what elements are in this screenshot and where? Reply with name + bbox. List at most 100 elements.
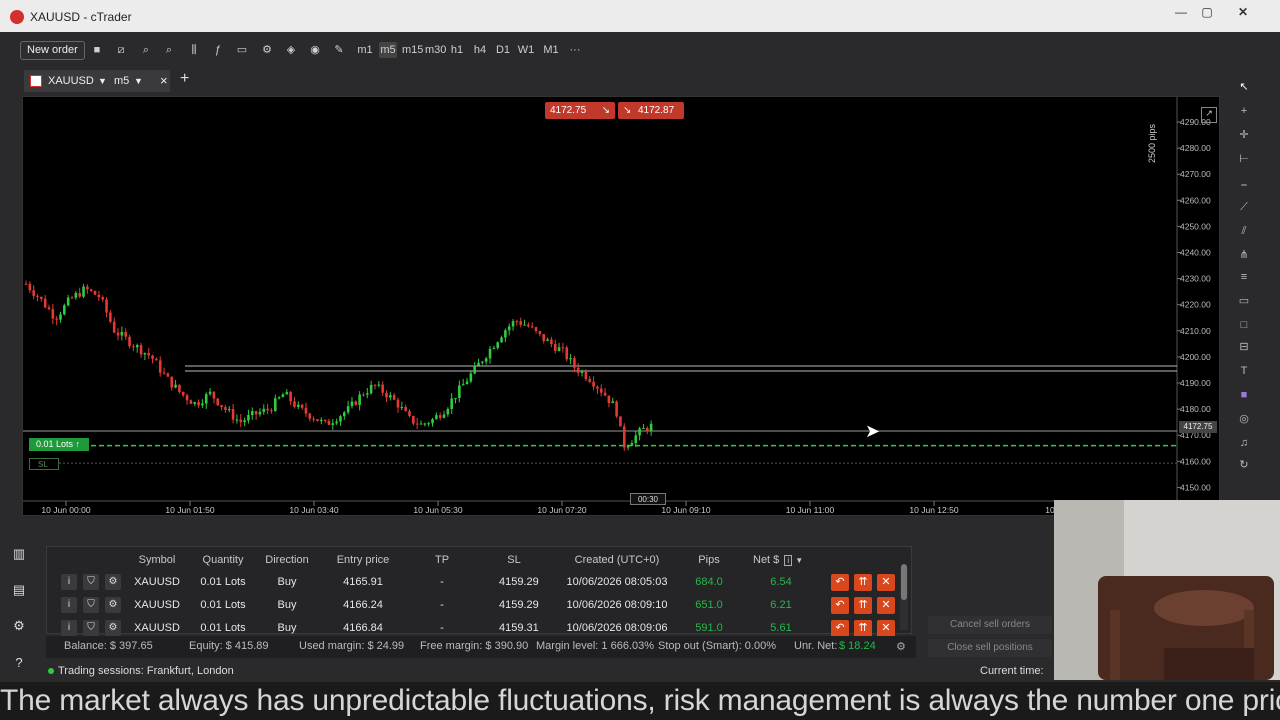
col-sl[interactable]: SL (499, 554, 529, 566)
tf-h1[interactable]: h1 (448, 42, 466, 58)
ruler-icon[interactable]: ⊟ (1234, 338, 1254, 356)
position-lots-label[interactable]: 0.01 Lots ↑ (29, 438, 89, 451)
line-icon[interactable]: ⎯ (1234, 176, 1254, 194)
position-info-icon[interactable]: i (61, 574, 77, 590)
col-quantity[interactable]: Quantity (195, 554, 251, 566)
chevron-down-icon[interactable]: ▼ (134, 70, 143, 92)
chart-type-icon[interactable]: ■ (88, 42, 106, 58)
add-tab-icon[interactable]: + (180, 70, 189, 88)
fibonacci-icon[interactable]: ≡ (1234, 268, 1254, 286)
double-position-icon[interactable]: ⇈ (854, 597, 872, 614)
cancel-sell-orders-button[interactable]: Cancel sell orders (928, 616, 1052, 634)
col-created[interactable]: Created (UTC+0) (563, 554, 671, 566)
more-options-icon[interactable]: ··· (566, 42, 584, 58)
position-info-icon[interactable]: i (61, 597, 77, 613)
candle-body (281, 394, 285, 398)
tab-timeframe[interactable]: m5 (114, 70, 129, 92)
trendline-icon[interactable]: ⟋ (1234, 198, 1254, 216)
tf-h4[interactable]: h4 (471, 42, 489, 58)
candle-body (369, 384, 373, 394)
edit-icon[interactable]: ✎ (330, 42, 348, 58)
close-position-icon[interactable]: ✕ (877, 620, 895, 637)
settings-gear-icon[interactable]: ⚙ (8, 618, 30, 638)
candles-icon[interactable]: ⫼ (185, 42, 203, 58)
close-position-icon[interactable]: ✕ (877, 574, 895, 591)
crosshair-alt-icon[interactable]: ✛ (1234, 126, 1254, 144)
sell-price-button[interactable]: 4172.75 ↘ (545, 102, 615, 119)
watchlist-icon[interactable]: ▥ (8, 546, 30, 566)
chart-settings-icon[interactable]: ⧄ (112, 42, 130, 58)
double-position-icon[interactable]: ⇈ (854, 574, 872, 591)
chevron-down-icon[interactable]: ▼ (98, 70, 107, 92)
candle-body (634, 435, 638, 444)
table-row[interactable]: i ⛉ ⚙ XAUUSD 0.01 Lots Buy 4166.24 - 4159.29 10/0… (47, 594, 911, 617)
tf-mn1[interactable]: M1 (542, 42, 560, 58)
info-icon[interactable]: i (784, 555, 793, 566)
position-info-icon[interactable]: i (61, 620, 77, 636)
reverse-position-icon[interactable]: ↶ (831, 597, 849, 614)
close-tab-icon[interactable]: × (160, 70, 168, 92)
expand-icon[interactable]: ↗ (1201, 107, 1217, 123)
table-scroll-thumb[interactable] (901, 564, 907, 600)
channel-icon[interactable]: ⫽ (1234, 222, 1254, 240)
replay-icon[interactable]: ↻ (1234, 456, 1254, 474)
sl-label[interactable]: SL (29, 458, 59, 470)
session-bar: Trading sessions: Frankfurt, London Curr… (46, 662, 1056, 682)
ctrader-logo-icon (10, 10, 24, 24)
indicator-icon[interactable]: ƒ (209, 42, 227, 58)
portfolio-icon[interactable]: ▤ (8, 582, 30, 602)
minimize-icon[interactable]: — (1170, 5, 1192, 21)
tf-m15[interactable]: m15 (402, 42, 423, 58)
new-order-button[interactable]: New order (20, 41, 85, 60)
col-direction[interactable]: Direction (259, 554, 315, 566)
protection-icon[interactable]: ⛉ (83, 620, 99, 636)
tf-m5[interactable]: m5 (379, 42, 397, 58)
col-pips[interactable]: Pips (691, 554, 727, 566)
close-sell-positions-button[interactable]: Close sell positions (928, 639, 1052, 657)
layers-icon[interactable]: ◈ (282, 42, 300, 58)
double-position-icon[interactable]: ⇈ (854, 620, 872, 637)
protection-icon[interactable]: ⛉ (83, 574, 99, 590)
tf-d1[interactable]: D1 (494, 42, 512, 58)
reverse-position-icon[interactable]: ↶ (831, 574, 849, 591)
table-row[interactable]: i ⛉ ⚙ XAUUSD 0.01 Lots Buy 4165.91 - 4159.29 10/0… (47, 571, 911, 594)
close-window-icon[interactable]: ✕ (1232, 5, 1254, 21)
template-icon[interactable]: ▭ (233, 42, 251, 58)
camera-icon[interactable]: ◎ (1234, 410, 1254, 428)
status-settings-icon[interactable]: ⚙ (896, 640, 906, 653)
candle-body (527, 324, 530, 327)
tf-m1[interactable]: m1 (356, 42, 374, 58)
col-net[interactable]: Net $ i ▼ (753, 554, 813, 566)
bell-icon[interactable]: ♫ (1234, 434, 1254, 452)
zoom-in-icon[interactable]: ⌕ (137, 42, 155, 58)
col-entry-price[interactable]: Entry price (329, 554, 397, 566)
tf-m30[interactable]: m30 (425, 42, 446, 58)
eye-icon[interactable]: ◉ (306, 42, 324, 58)
maximize-icon[interactable]: ▢ (1196, 5, 1218, 21)
comment-icon[interactable]: ▭ (1234, 292, 1254, 310)
robot-icon[interactable]: ⚙ (258, 42, 276, 58)
reverse-position-icon[interactable]: ↶ (831, 620, 849, 637)
tab-xauusd[interactable]: XAUUSD ▼ m5 ▼ × (24, 70, 170, 92)
rectangle-icon[interactable]: □ (1234, 316, 1254, 334)
zoom-out-icon[interactable]: ⌕ (160, 42, 178, 58)
measure-icon[interactable]: ⊢ (1234, 150, 1254, 168)
buy-price-button[interactable]: ↘ 4172.87 (618, 102, 684, 119)
chevron-down-icon[interactable]: ▼ (795, 556, 803, 565)
color-swatch-icon[interactable]: ■ (1234, 386, 1254, 404)
close-position-icon[interactable]: ✕ (877, 597, 895, 614)
price-chart[interactable]: 4290.00 4280.00 4270.00 4260.00 4250.00 4240.… (22, 96, 1220, 516)
help-icon[interactable]: ? (8, 655, 30, 675)
col-tp[interactable]: TP (427, 554, 457, 566)
tf-w1[interactable]: W1 (517, 42, 535, 58)
candle-body (231, 409, 235, 420)
pointer-icon[interactable]: ↖ (1234, 78, 1254, 96)
position-settings-icon[interactable]: ⚙ (105, 574, 121, 590)
text-icon[interactable]: T (1234, 362, 1254, 380)
pitchfork-icon[interactable]: ⋔ (1234, 246, 1254, 264)
position-settings-icon[interactable]: ⚙ (105, 597, 121, 613)
crosshair-icon[interactable]: + (1234, 102, 1254, 120)
position-settings-icon[interactable]: ⚙ (105, 620, 121, 636)
col-symbol[interactable]: Symbol (129, 554, 185, 566)
protection-icon[interactable]: ⛉ (83, 597, 99, 613)
